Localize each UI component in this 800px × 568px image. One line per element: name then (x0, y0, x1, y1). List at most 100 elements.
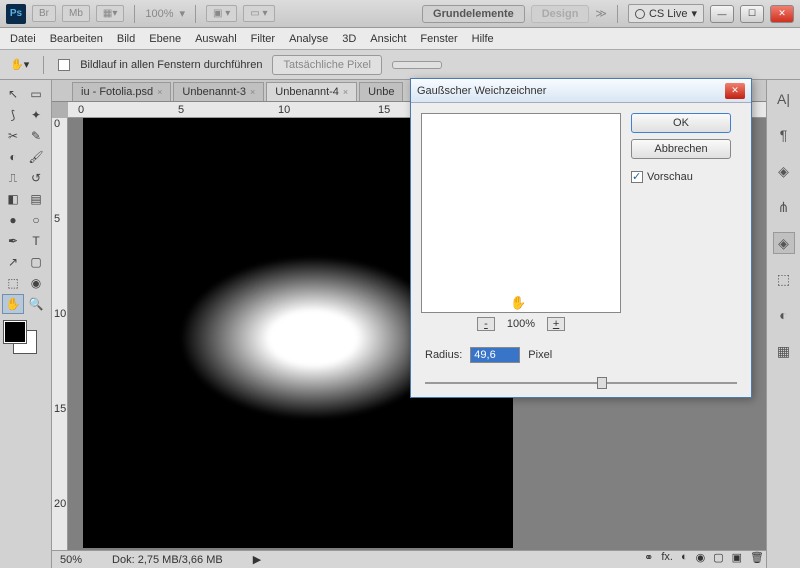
gradient-tool-icon[interactable]: ▤ (25, 189, 47, 209)
marquee-tool-icon[interactable]: ▭ (25, 84, 47, 104)
close-icon[interactable]: × (343, 87, 348, 97)
zoom-tool-icon[interactable]: 🔍 (25, 294, 47, 314)
tab-unbenannt-3[interactable]: Unbenannt-3× (173, 82, 264, 101)
minimize-button[interactable]: — (710, 5, 734, 23)
styles-panel-icon[interactable]: ◈ (773, 160, 795, 182)
foreground-swatch[interactable] (4, 321, 26, 343)
dialog-close-button[interactable]: ✕ (725, 83, 745, 99)
menu-fenster[interactable]: Fenster (420, 33, 457, 45)
swatches-panel-icon[interactable]: ▦ (773, 340, 795, 362)
mb-icon[interactable]: Mb (62, 5, 90, 22)
preview-checkbox[interactable] (631, 171, 643, 183)
slider-track (425, 382, 737, 384)
dialog-title: Gaußscher Weichzeichner (417, 85, 725, 97)
move-tool-icon[interactable]: ↖ (2, 84, 24, 104)
magic-wand-icon[interactable]: ✦ (25, 105, 47, 125)
zoom-status[interactable]: 50% (60, 554, 82, 566)
pen-tool-icon[interactable]: ✒ (2, 231, 24, 251)
zoom-in-button[interactable]: + (547, 317, 565, 331)
tab-fotolia[interactable]: iu - Fotolia.psd× (72, 82, 171, 101)
menu-filter[interactable]: Filter (251, 33, 275, 45)
status-arrow-icon[interactable]: ▶ (253, 553, 261, 566)
fit-screen-button[interactable] (392, 61, 442, 69)
path-select-icon[interactable]: ↗ (2, 252, 24, 272)
crop-tool-icon[interactable]: ✂ (2, 126, 24, 146)
menu-datei[interactable]: Datei (10, 33, 36, 45)
radius-slider[interactable] (425, 375, 737, 391)
screen-mode-icon[interactable]: ▦▾ (96, 5, 124, 22)
brush-panel-icon[interactable]: ⋔ (773, 196, 795, 218)
menu-3d[interactable]: 3D (342, 33, 356, 45)
right-panel: A| ¶ ◈ ⋔ ◈ ⬚ ◐ ▦ (766, 80, 800, 568)
ok-button[interactable]: OK (631, 113, 731, 133)
color-swatches[interactable] (4, 321, 47, 353)
workspace-design[interactable]: Design (531, 5, 590, 23)
actual-pixels-button[interactable]: Tatsächliche Pixel (272, 55, 381, 75)
slider-thumb[interactable] (597, 377, 607, 389)
trash-icon[interactable]: 🗑 (750, 551, 764, 564)
menu-hilfe[interactable]: Hilfe (472, 33, 494, 45)
cs-live-button[interactable]: CS Live▾ (628, 4, 704, 23)
lasso-tool-icon[interactable]: ⟆ (2, 105, 24, 125)
menu-bild[interactable]: Bild (117, 33, 135, 45)
eyedropper-icon[interactable]: ✎ (25, 126, 47, 146)
hand-tool-icon[interactable]: ✋ (2, 294, 24, 314)
dialog-titlebar[interactable]: Gaußscher Weichzeichner ✕ (411, 79, 751, 103)
zoom-level[interactable]: 100% (145, 8, 173, 20)
healing-brush-icon[interactable]: ◐ (2, 147, 24, 167)
menu-analyse[interactable]: Analyse (289, 33, 328, 45)
paragraph-panel-icon[interactable]: ¶ (773, 124, 795, 146)
toolbox: ↖ ▭ ⟆ ✦ ✂ ✎ ◐ 🖌 ⎍ ↺ ◧ ▤ ● ○ ✒ T ↗ ▢ ⬚ ◉ … (0, 80, 52, 568)
layers-panel-icon[interactable]: ◈ (773, 232, 795, 254)
close-icon[interactable]: × (157, 87, 162, 97)
mask-icon[interactable]: ◐ (681, 551, 688, 563)
stamp-tool-icon[interactable]: ⎍ (2, 168, 24, 188)
blur-tool-icon[interactable]: ● (2, 210, 24, 230)
adjustment-icon[interactable]: ◉ (696, 551, 706, 564)
shape-tool-icon[interactable]: ▢ (25, 252, 47, 272)
vertical-ruler[interactable]: 05101520 (52, 118, 68, 550)
mini-bridge-icon[interactable]: Br (32, 5, 56, 22)
cancel-button[interactable]: Abbrechen (631, 139, 731, 159)
3d-camera-icon[interactable]: ◉ (25, 273, 47, 293)
history-brush-icon[interactable]: ↺ (25, 168, 47, 188)
scroll-all-checkbox[interactable] (58, 59, 70, 71)
close-button[interactable]: ✕ (770, 5, 794, 23)
separator (617, 5, 618, 23)
workspace-more-icon[interactable]: ≫ (595, 7, 607, 20)
brush-tool-icon[interactable]: 🖌 (25, 147, 47, 167)
fx-icon[interactable]: fx. (661, 551, 673, 563)
preview-box[interactable] (421, 113, 621, 313)
gaussian-blur-dialog: Gaußscher Weichzeichner ✕ - 100% + OK Ab… (410, 78, 752, 398)
nav-panel-icon[interactable]: ⬚ (773, 268, 795, 290)
radius-input[interactable] (470, 347, 520, 363)
arrange-docs-icon[interactable]: ▣ ▾ (206, 5, 237, 22)
menu-bar: Datei Bearbeiten Bild Ebene Auswahl Filt… (0, 28, 800, 50)
eraser-tool-icon[interactable]: ◧ (2, 189, 24, 209)
layer-panel-footer: ⚭ fx. ◐ ◉ ▢ ▣ 🗑 (644, 548, 764, 566)
tab-unbe[interactable]: Unbe (359, 82, 403, 101)
tab-unbenannt-4[interactable]: Unbenannt-4× (266, 82, 357, 101)
type-panel-icon[interactable]: A| (773, 88, 795, 110)
dodge-tool-icon[interactable]: ○ (25, 210, 47, 230)
radius-label: Radius: (425, 349, 462, 361)
menu-auswahl[interactable]: Auswahl (195, 33, 237, 45)
menu-bearbeiten[interactable]: Bearbeiten (50, 33, 103, 45)
menu-ebene[interactable]: Ebene (149, 33, 181, 45)
scroll-all-label: Bildlauf in allen Fenstern durchführen (80, 59, 262, 71)
workspace-grundelemente[interactable]: Grundelemente (422, 5, 525, 23)
maximize-button[interactable]: ☐ (740, 5, 764, 23)
hand-tool-icon[interactable]: ✋▾ (10, 58, 29, 71)
close-icon[interactable]: × (250, 87, 255, 97)
type-tool-icon[interactable]: T (25, 231, 47, 251)
link-icon[interactable]: ⚭ (644, 551, 653, 564)
new-layer-icon[interactable]: ▣ (732, 551, 742, 564)
screen-mode-2-icon[interactable]: ▭ ▾ (243, 5, 274, 22)
zoom-out-button[interactable]: - (477, 317, 495, 331)
color-panel-icon[interactable]: ◐ (773, 304, 795, 326)
doc-size-status[interactable]: Dok: 2,75 MB/3,66 MB (112, 554, 223, 566)
folder-icon[interactable]: ▢ (713, 551, 723, 564)
3d-tool-icon[interactable]: ⬚ (2, 273, 24, 293)
dropdown-icon[interactable]: ▾ (180, 7, 186, 20)
menu-ansicht[interactable]: Ansicht (370, 33, 406, 45)
